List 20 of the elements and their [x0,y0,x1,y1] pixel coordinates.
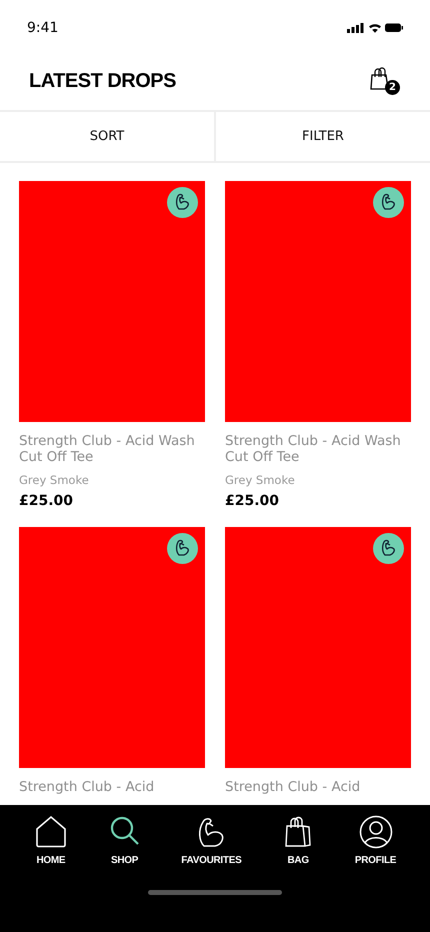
bag-button[interactable]: 2 [370,67,400,95]
page-title: LATEST DROPS [29,70,176,92]
status-time: 9:41 [27,20,58,36]
product-price: £25.00 [19,493,74,509]
flex-tab[interactable]: FAVOURITES [181,815,242,866]
flexed-arm-icon[interactable] [373,187,404,218]
product-colour: Grey Smoke [225,473,296,487]
product-colour: Grey Smoke [19,473,90,487]
bag-tab[interactable]: BAG [281,815,316,866]
flexed-arm-icon[interactable] [167,187,198,218]
home-tab[interactable]: HOME [34,815,68,866]
product-price: £25.00 [225,493,280,509]
profile-icon [358,815,393,849]
flexed-arm-icon[interactable] [167,533,198,564]
profile-tab[interactable]: PROFILE [354,815,396,866]
status-icons [347,22,403,34]
bag-count-badge: 2 [385,80,400,95]
flexed-arm-icon[interactable] [373,533,404,564]
shop-tab[interactable]: SHOP [108,815,142,866]
home-icon [34,815,68,849]
